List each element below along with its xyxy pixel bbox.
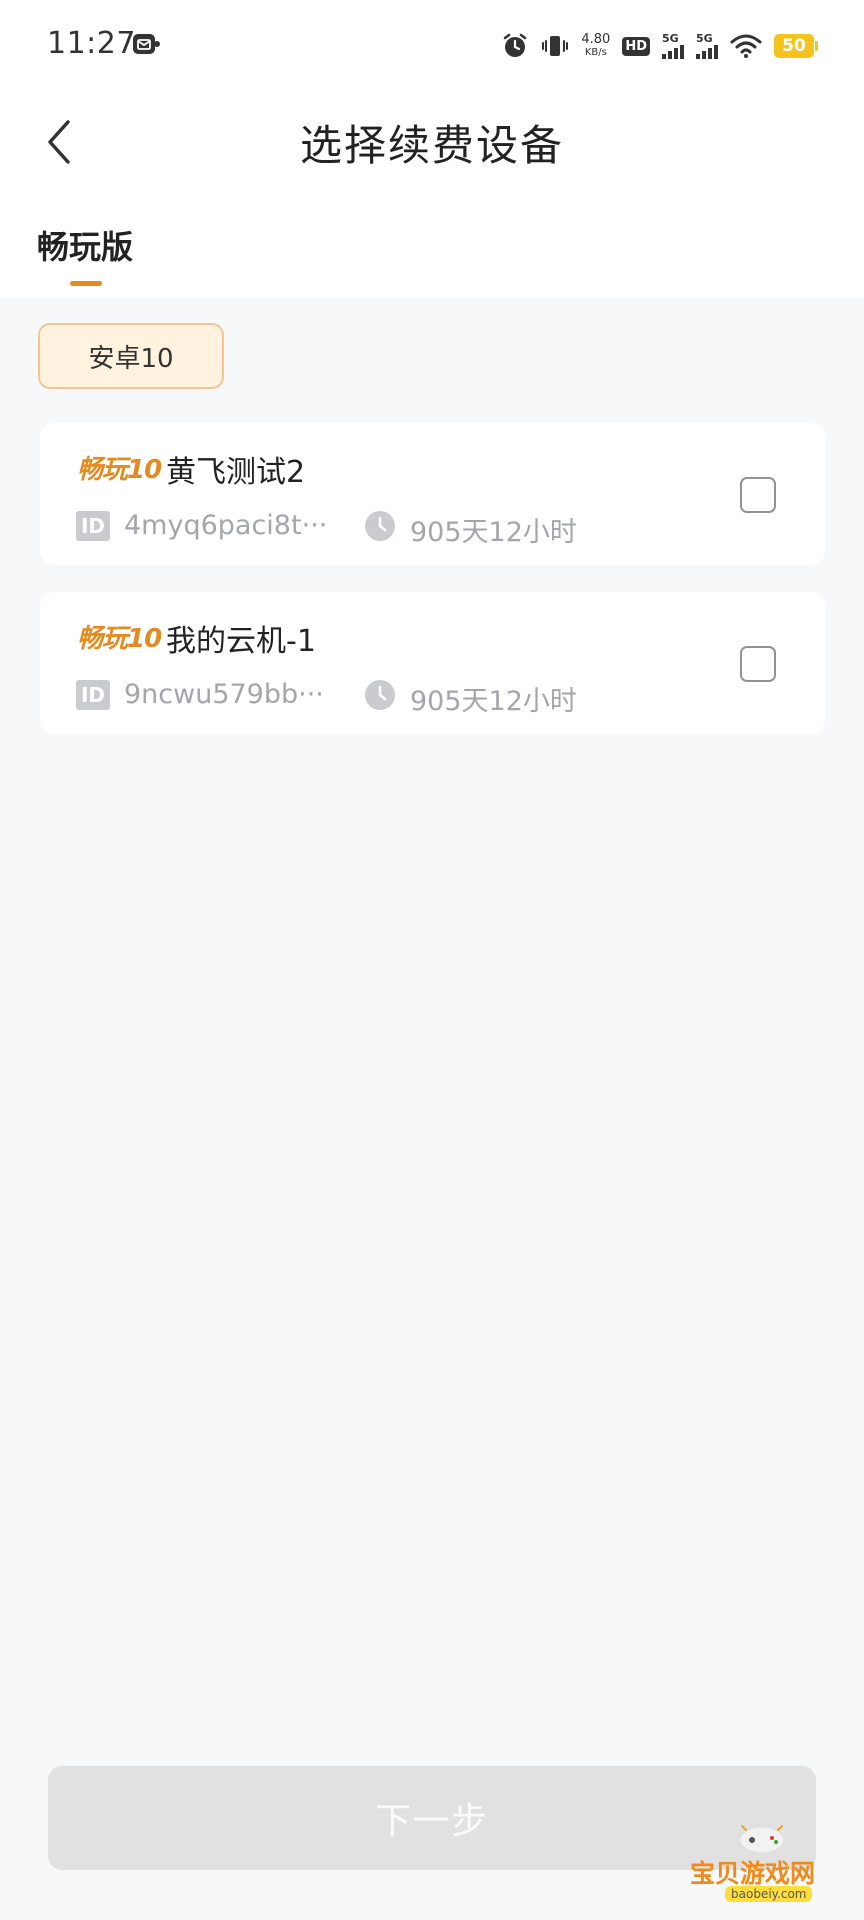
page-title: 选择续费设备 [299,121,564,170]
device-id: 4myq6paci8t··· [124,510,328,541]
status-time: 11:27 [47,26,136,61]
android-version-chip[interactable]: 安卓10 [38,323,224,389]
remaining-duration: 905天12小时 [410,686,577,717]
network-speed-value: 4.80 [581,32,611,47]
device-brand-label: 畅玩10 [77,624,162,654]
sim2-network-type: 5G [696,32,713,45]
hd-badge: HD [622,36,650,56]
sim1-signal: 5G [662,33,684,59]
device-name: 黄飞测试2 [166,455,306,490]
battery-indicator: 50 [774,34,818,58]
alarm-icon [504,33,527,57]
site-watermark: 宝贝游戏网 baobeiy.com [688,1820,838,1910]
navigation-header: 选择续费设备 [0,92,864,200]
device-id: 9ncwu579bb··· [124,679,324,710]
signal-bars-icon [662,45,684,59]
sim1-network-type: 5G [662,32,679,45]
gamepad-logo-icon [739,1825,785,1854]
device-brand-label: 畅玩10 [77,455,162,485]
device-checkbox[interactable] [740,477,776,513]
id-icon: ID [76,511,110,541]
battery-level: 50 [774,34,814,58]
edition-tabs: 畅玩版 [0,200,864,298]
clock-icon [365,680,395,710]
sim2-signal: 5G [696,33,718,59]
status-bar: 11:27 4.80 KB/s HD 5G 5G 50 [0,0,864,92]
watermark-url: baobeiy.com [725,1886,813,1902]
hd-voice-indicator: HD [622,36,650,56]
message-notification-icon [133,34,160,54]
battery-tip [815,41,818,51]
device-checkbox[interactable] [740,646,776,682]
device-card[interactable]: 畅玩10 我的云机-1 ID 9ncwu579bb··· 905天12小时 [40,592,825,734]
network-speed: 4.80 KB/s [581,33,610,59]
wifi-icon [730,34,762,58]
device-name: 我的云机-1 [166,624,316,659]
watermark-text: 宝贝游戏网 [690,1859,816,1888]
network-speed-unit: KB/s [584,47,607,58]
status-indicators: 4.80 KB/s HD 5G 5G 50 [501,26,818,66]
device-card[interactable]: 畅玩10 黄飞测试2 ID 4myq6paci8t··· 905天12小时 [40,423,825,565]
tab-active-indicator [70,281,102,286]
id-icon: ID [76,680,110,710]
signal-bars-icon [696,45,718,59]
tab-changwan[interactable]: 畅玩版 [37,222,133,268]
clock-icon [365,511,395,541]
vibrate-icon [542,36,569,56]
remaining-duration: 905天12小时 [410,517,577,548]
